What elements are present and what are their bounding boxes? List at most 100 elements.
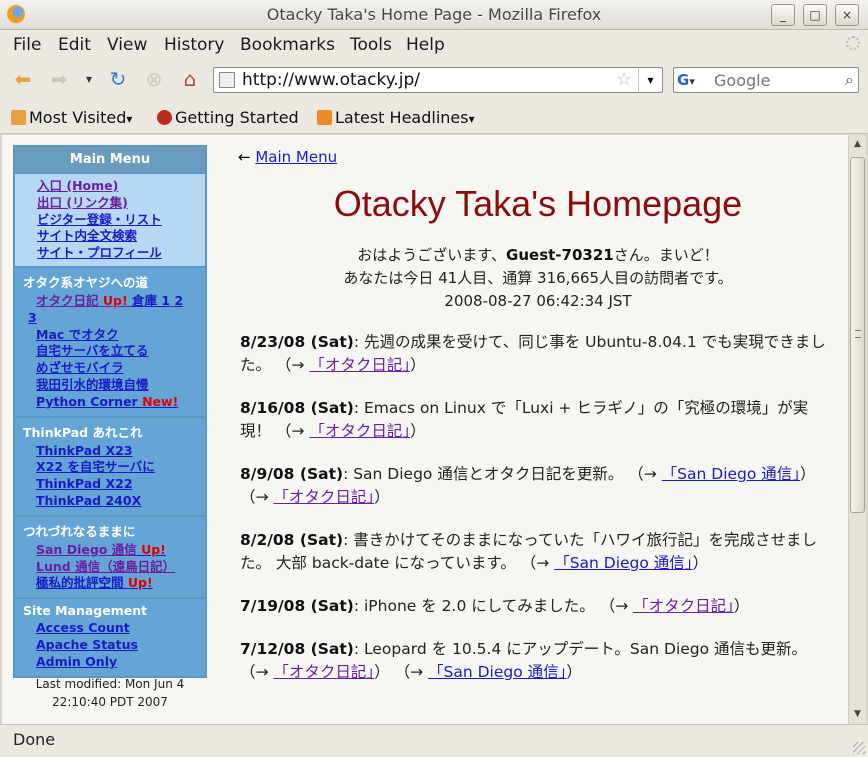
rss-icon [317, 110, 332, 125]
new-badge: New! [142, 393, 179, 409]
bookmark-star-icon[interactable]: ☆ [616, 69, 632, 90]
search-engine-google-icon[interactable]: G▾ [677, 71, 711, 89]
resize-grip-icon[interactable] [853, 742, 865, 754]
sidebar-section-tsurezure: つれづれなるままに San Diego 通信 Up! Lund 通信（遠鳥日記）… [15, 516, 205, 600]
python-row: Python Corner New! [36, 394, 197, 411]
url-bar[interactable]: ☆ ▾ [213, 67, 663, 93]
status-bar: Done [0, 724, 868, 757]
search-icon[interactable]: ⌕ [845, 70, 854, 90]
link-lund[interactable]: Lund 通信（遠鳥日記） [36, 559, 197, 576]
bookmark-getting-started[interactable]: Getting Started [157, 108, 299, 127]
home-icon[interactable]: ⌂ [177, 66, 203, 92]
link-admin-only[interactable]: Admin Only [36, 654, 197, 671]
section-title: Site Management [23, 603, 148, 619]
news-link[interactable]: 「オタク日記」 [273, 663, 374, 681]
site-identity-icon[interactable] [219, 72, 235, 88]
link-home-server[interactable]: 自宅サーバを立てる [36, 343, 197, 360]
sidebar-section-thinkpad: ThinkPad あれこれ ThinkPad X23 X22 を自宅サーバに T… [15, 417, 205, 517]
history-dropdown-icon[interactable]: ▾ [76, 66, 102, 92]
link-mobiler[interactable]: めざせモバイラ [36, 360, 197, 377]
link-access-count[interactable]: Access Count [36, 620, 197, 637]
menu-bookmarks[interactable]: Bookmarks [240, 35, 335, 55]
reload-icon[interactable]: ↻ [105, 66, 131, 92]
close-button[interactable]: × [835, 4, 859, 26]
stop-icon[interactable]: ⊗ [141, 66, 167, 92]
link-thinkpad-240x[interactable]: ThinkPad 240X [36, 493, 197, 510]
news-link[interactable]: 「San Diego 通信」 [662, 465, 800, 483]
search-input[interactable] [714, 70, 834, 90]
link-souko-2[interactable]: 2 [174, 293, 183, 308]
back-arrow-icon[interactable]: ⬅ [10, 66, 36, 92]
section-title: つれづれなるままに [23, 523, 136, 539]
url-input[interactable] [242, 70, 612, 90]
link-site-search[interactable]: サイト内全文検索 [37, 228, 205, 245]
activity-throbber-icon [846, 36, 860, 50]
sidebar-section-site-management: Site Management Access Count Apache Stat… [15, 599, 205, 676]
section-title: ThinkPad あれこれ [23, 424, 143, 440]
menu-bar: File Edit View History Bookmarks Tools H… [0, 30, 868, 58]
news-link[interactable]: 「オタク日記」 [633, 597, 734, 615]
scroll-down-arrow-icon[interactable]: ▼ [850, 707, 865, 722]
minimize-button[interactable]: _ [771, 4, 795, 26]
link-souko-3[interactable]: 3 [28, 310, 197, 327]
left-arrow-icon: ← [238, 148, 251, 166]
search-bar[interactable]: G▾ ⌕ [673, 67, 859, 93]
link-visitor-registration[interactable]: ビジター登録・リスト [37, 212, 205, 229]
scrollbar-thumb[interactable] [850, 157, 865, 513]
greeting: おはようございます、Guest-70321さん。まいど！ あなたは今日 41人目… [238, 244, 838, 313]
link-otaku-diary[interactable]: オタク日記 [36, 293, 99, 308]
news-link[interactable]: 「オタク日記」 [309, 422, 410, 440]
firefox-bookmark-icon [157, 110, 172, 125]
link-site-profile[interactable]: サイト・プロフィール [37, 245, 205, 262]
menu-help[interactable]: Help [406, 35, 445, 55]
menu-tools[interactable]: Tools [350, 35, 392, 55]
link-apache-status[interactable]: Apache Status [36, 637, 197, 654]
menu-view[interactable]: View [107, 35, 147, 55]
news-link[interactable]: 「San Diego 通信」 [554, 554, 692, 572]
menu-edit[interactable]: Edit [58, 35, 91, 55]
window-title: Otacky Taka's Home Page - Mozilla Firefo… [266, 5, 602, 24]
news-item: 8/16/08 (Sat): Emacs on Linux で「Luxi + ヒ… [240, 399, 809, 440]
link-mac[interactable]: Mac でオタク [36, 327, 197, 344]
news-link[interactable]: 「オタク日記」 [309, 356, 410, 374]
menu-history[interactable]: History [164, 35, 224, 55]
otaku-diary-row: オタク日記 Up! 倉庫 1 2 [36, 293, 197, 310]
url-dropdown-icon[interactable]: ▾ [638, 68, 662, 92]
news-list: 8/23/08 (Sat): 先週の成果を受けて、同じ事を Ubuntu-8.0… [240, 331, 830, 704]
last-modified: Last modified: Mon Jun 4 22:10:40 PDT 20… [35, 677, 185, 709]
link-exit[interactable]: 出口 (リンク集) [37, 195, 205, 212]
link-home[interactable]: 入口 (Home) [37, 178, 205, 195]
menu-file[interactable]: File [13, 35, 41, 55]
news-item: 7/19/08 (Sat): iPhone を 2.0 にしてみました。 （→ … [240, 597, 750, 615]
link-thinkpad-x22[interactable]: ThinkPad X22 [36, 476, 197, 493]
vertical-scrollbar[interactable]: ▲ ▼ [848, 135, 866, 724]
critique-row: 極私的批評空間 Up! [36, 575, 197, 592]
up-badge: Up! [127, 575, 153, 591]
link-environment[interactable]: 我田引水的環境自慢 [36, 377, 197, 394]
link-x22-server[interactable]: X22 を自宅サーバに [36, 459, 197, 476]
maximize-button[interactable]: □ [803, 4, 827, 26]
bookmark-latest-headlines[interactable]: Latest Headlines▾ [317, 108, 475, 127]
news-item: 8/2/08 (Sat): 書きかけてそのままになっていた「ハワイ旅行記」を完成… [240, 531, 817, 572]
scroll-up-arrow-icon[interactable]: ▲ [850, 137, 865, 152]
link-thinkpad-x23[interactable]: ThinkPad X23 [36, 443, 197, 460]
forward-arrow-icon[interactable]: ➡ [46, 66, 72, 92]
page-content: Main Menu 入口 (Home) 出口 (リンク集) ビジター登録・リスト… [2, 135, 848, 724]
link-python-corner[interactable]: Python Corner [36, 394, 138, 409]
back-to-main-menu: ← Main Menu [238, 148, 337, 166]
news-item: 8/23/08 (Sat): 先週の成果を受けて、同じ事を Ubuntu-8.0… [240, 333, 826, 374]
sidebar-main-links: 入口 (Home) 出口 (リンク集) ビジター登録・リスト サイト内全文検索 … [15, 174, 205, 268]
sidebar-header: Main Menu [15, 147, 205, 174]
bookmark-most-visited[interactable]: Most Visited▾ [11, 108, 132, 127]
up-badge: Up! [141, 541, 166, 557]
link-souko-1[interactable]: 倉庫 1 [132, 293, 170, 308]
link-main-menu[interactable]: Main Menu [255, 148, 337, 166]
bookmarks-toolbar: Most Visited▾ Getting Started Latest Hea… [0, 100, 868, 134]
news-link[interactable]: 「オタク日記」 [273, 488, 374, 506]
sidebar-menu: Main Menu 入口 (Home) 出口 (リンク集) ビジター登録・リスト… [13, 145, 207, 678]
current-datetime: 2008-08-27 06:42:34 JST [444, 292, 632, 310]
news-link[interactable]: 「San Diego 通信」 [428, 663, 566, 681]
page-title: Otacky Taka's Homepage [333, 183, 743, 224]
link-critique[interactable]: 極私的批評空間 [36, 575, 124, 590]
link-san-diego[interactable]: San Diego 通信 [36, 542, 137, 557]
